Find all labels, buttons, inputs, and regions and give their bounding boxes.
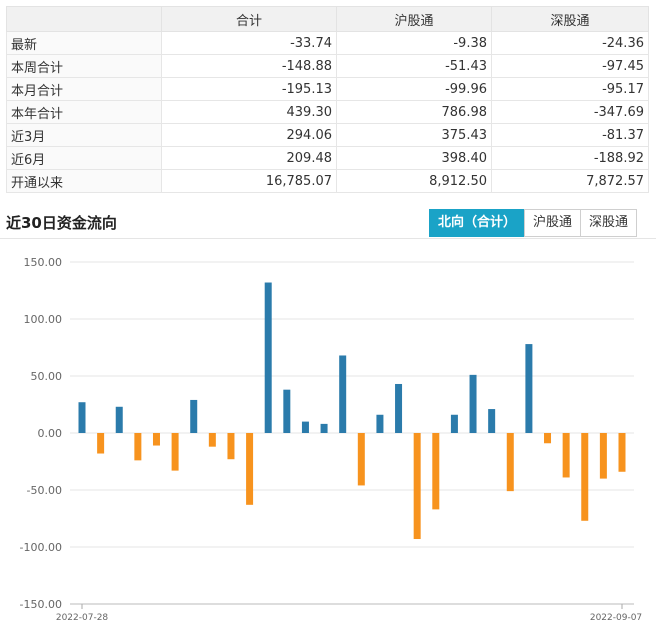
table-row: 本周合计 -148.88 -51.43 -97.45 — [6, 54, 649, 78]
x-end-label: 2022-09-07 — [590, 613, 642, 623]
flow-bar[interactable] — [339, 355, 347, 433]
sz-cell: -97.45 — [491, 54, 649, 78]
sh-cell: 786.98 — [336, 100, 492, 124]
flow-bar[interactable] — [395, 383, 403, 433]
flow-bar[interactable] — [450, 414, 458, 433]
flow-bar[interactable] — [599, 433, 607, 479]
flow-summary-table: 合计 沪股通 深股通 最新 -33.74 -9.38 -24.36 本周合计 -… — [6, 6, 649, 193]
sz-cell: -24.36 — [491, 31, 649, 55]
flow-bar[interactable] — [618, 433, 626, 472]
flow-bar[interactable] — [357, 433, 365, 486]
flow-bar[interactable] — [208, 433, 216, 447]
table-row: 本月合计 -195.13 -99.96 -95.17 — [6, 77, 649, 101]
y-tick-label: 100.00 — [24, 313, 63, 326]
flow-bar[interactable] — [525, 344, 533, 433]
tab-shenzhen-connect[interactable]: 深股通 — [580, 209, 638, 237]
flow-bar[interactable] — [469, 374, 477, 433]
flow-bar[interactable] — [506, 433, 514, 492]
flow-bar[interactable] — [581, 433, 589, 521]
table-row: 本年合计 439.30 786.98 -347.69 — [6, 100, 649, 124]
table-row: 近3月 294.06 375.43 -81.37 — [6, 123, 649, 147]
flow-bar[interactable] — [264, 282, 272, 433]
section-title: 近30日资金流向 — [6, 214, 117, 232]
x-start-label: 2022-07-28 — [56, 613, 109, 623]
flow-bar[interactable] — [246, 433, 254, 505]
y-tick-label: -50.00 — [27, 484, 62, 497]
total-cell: -195.13 — [161, 77, 337, 101]
sh-cell: -9.38 — [336, 31, 492, 55]
header-cell-sz: 深股通 — [491, 6, 649, 32]
flow-bar[interactable] — [97, 433, 105, 454]
header-cell-total: 合计 — [161, 6, 337, 32]
flow-bar[interactable] — [301, 421, 309, 433]
y-tick-label: -150.00 — [20, 598, 62, 611]
sz-cell: -188.92 — [491, 146, 649, 170]
sz-cell: -95.17 — [491, 77, 649, 101]
flow-bar[interactable] — [488, 409, 496, 433]
flow-bar[interactable] — [115, 406, 123, 433]
sh-cell: -51.43 — [336, 54, 492, 78]
flow-bar[interactable] — [432, 433, 440, 510]
tab-northbound-total[interactable]: 北向（合计） — [429, 209, 526, 237]
sh-cell: -99.96 — [336, 77, 492, 101]
total-cell: 16,785.07 — [161, 169, 337, 193]
row-label: 开通以来 — [6, 169, 162, 193]
flow-bar[interactable] — [413, 433, 421, 540]
flow-bar[interactable] — [320, 423, 328, 433]
tab-shanghai-connect[interactable]: 沪股通 — [524, 209, 582, 237]
y-tick-label: -100.00 — [20, 541, 62, 554]
table-row: 最新 -33.74 -9.38 -24.36 — [6, 31, 649, 55]
flow-bar[interactable] — [376, 414, 384, 433]
flow-bar[interactable] — [152, 433, 160, 446]
sh-cell: 398.40 — [336, 146, 492, 170]
flow-bar[interactable] — [227, 433, 235, 460]
table-row: 开通以来 16,785.07 8,912.50 7,872.57 — [6, 169, 649, 193]
flow-bar[interactable] — [544, 433, 552, 444]
section-divider — [0, 238, 656, 239]
total-cell: 294.06 — [161, 123, 337, 147]
total-cell: -33.74 — [161, 31, 337, 55]
sz-cell: -347.69 — [491, 100, 649, 124]
flow-bar[interactable] — [134, 433, 142, 461]
row-label: 本月合计 — [6, 77, 162, 101]
y-tick-label: 0.00 — [38, 427, 63, 440]
flow-bar[interactable] — [78, 402, 86, 433]
flow-bar[interactable] — [190, 399, 198, 433]
row-label: 本年合计 — [6, 100, 162, 124]
header-cell-blank — [6, 6, 162, 32]
sz-cell: 7,872.57 — [491, 169, 649, 193]
table-header-row: 合计 沪股通 深股通 — [6, 6, 649, 32]
y-tick-label: 150.00 — [24, 256, 63, 269]
table-row: 近6月 209.48 398.40 -188.92 — [6, 146, 649, 170]
fund-flow-bar-chart: 150.00 100.00 50.00 0.00 -50.00 -100.00 -150.0… — [20, 256, 643, 623]
row-label: 最新 — [6, 31, 162, 55]
row-label: 近3月 — [6, 123, 162, 147]
y-tick-label: 50.00 — [31, 370, 63, 383]
total-cell: 209.48 — [161, 146, 337, 170]
market-tabs: 北向（合计） 沪股通 深股通 — [429, 209, 638, 237]
flow-bar[interactable] — [562, 433, 570, 478]
total-cell: 439.30 — [161, 100, 337, 124]
sz-cell: -81.37 — [491, 123, 649, 147]
row-label: 本周合计 — [6, 54, 162, 78]
sh-cell: 375.43 — [336, 123, 492, 147]
flow-bar[interactable] — [171, 433, 179, 471]
header-cell-sh: 沪股通 — [336, 6, 492, 32]
sh-cell: 8,912.50 — [336, 169, 492, 193]
flow-bar[interactable] — [283, 389, 291, 433]
total-cell: -148.88 — [161, 54, 337, 78]
row-label: 近6月 — [6, 146, 162, 170]
